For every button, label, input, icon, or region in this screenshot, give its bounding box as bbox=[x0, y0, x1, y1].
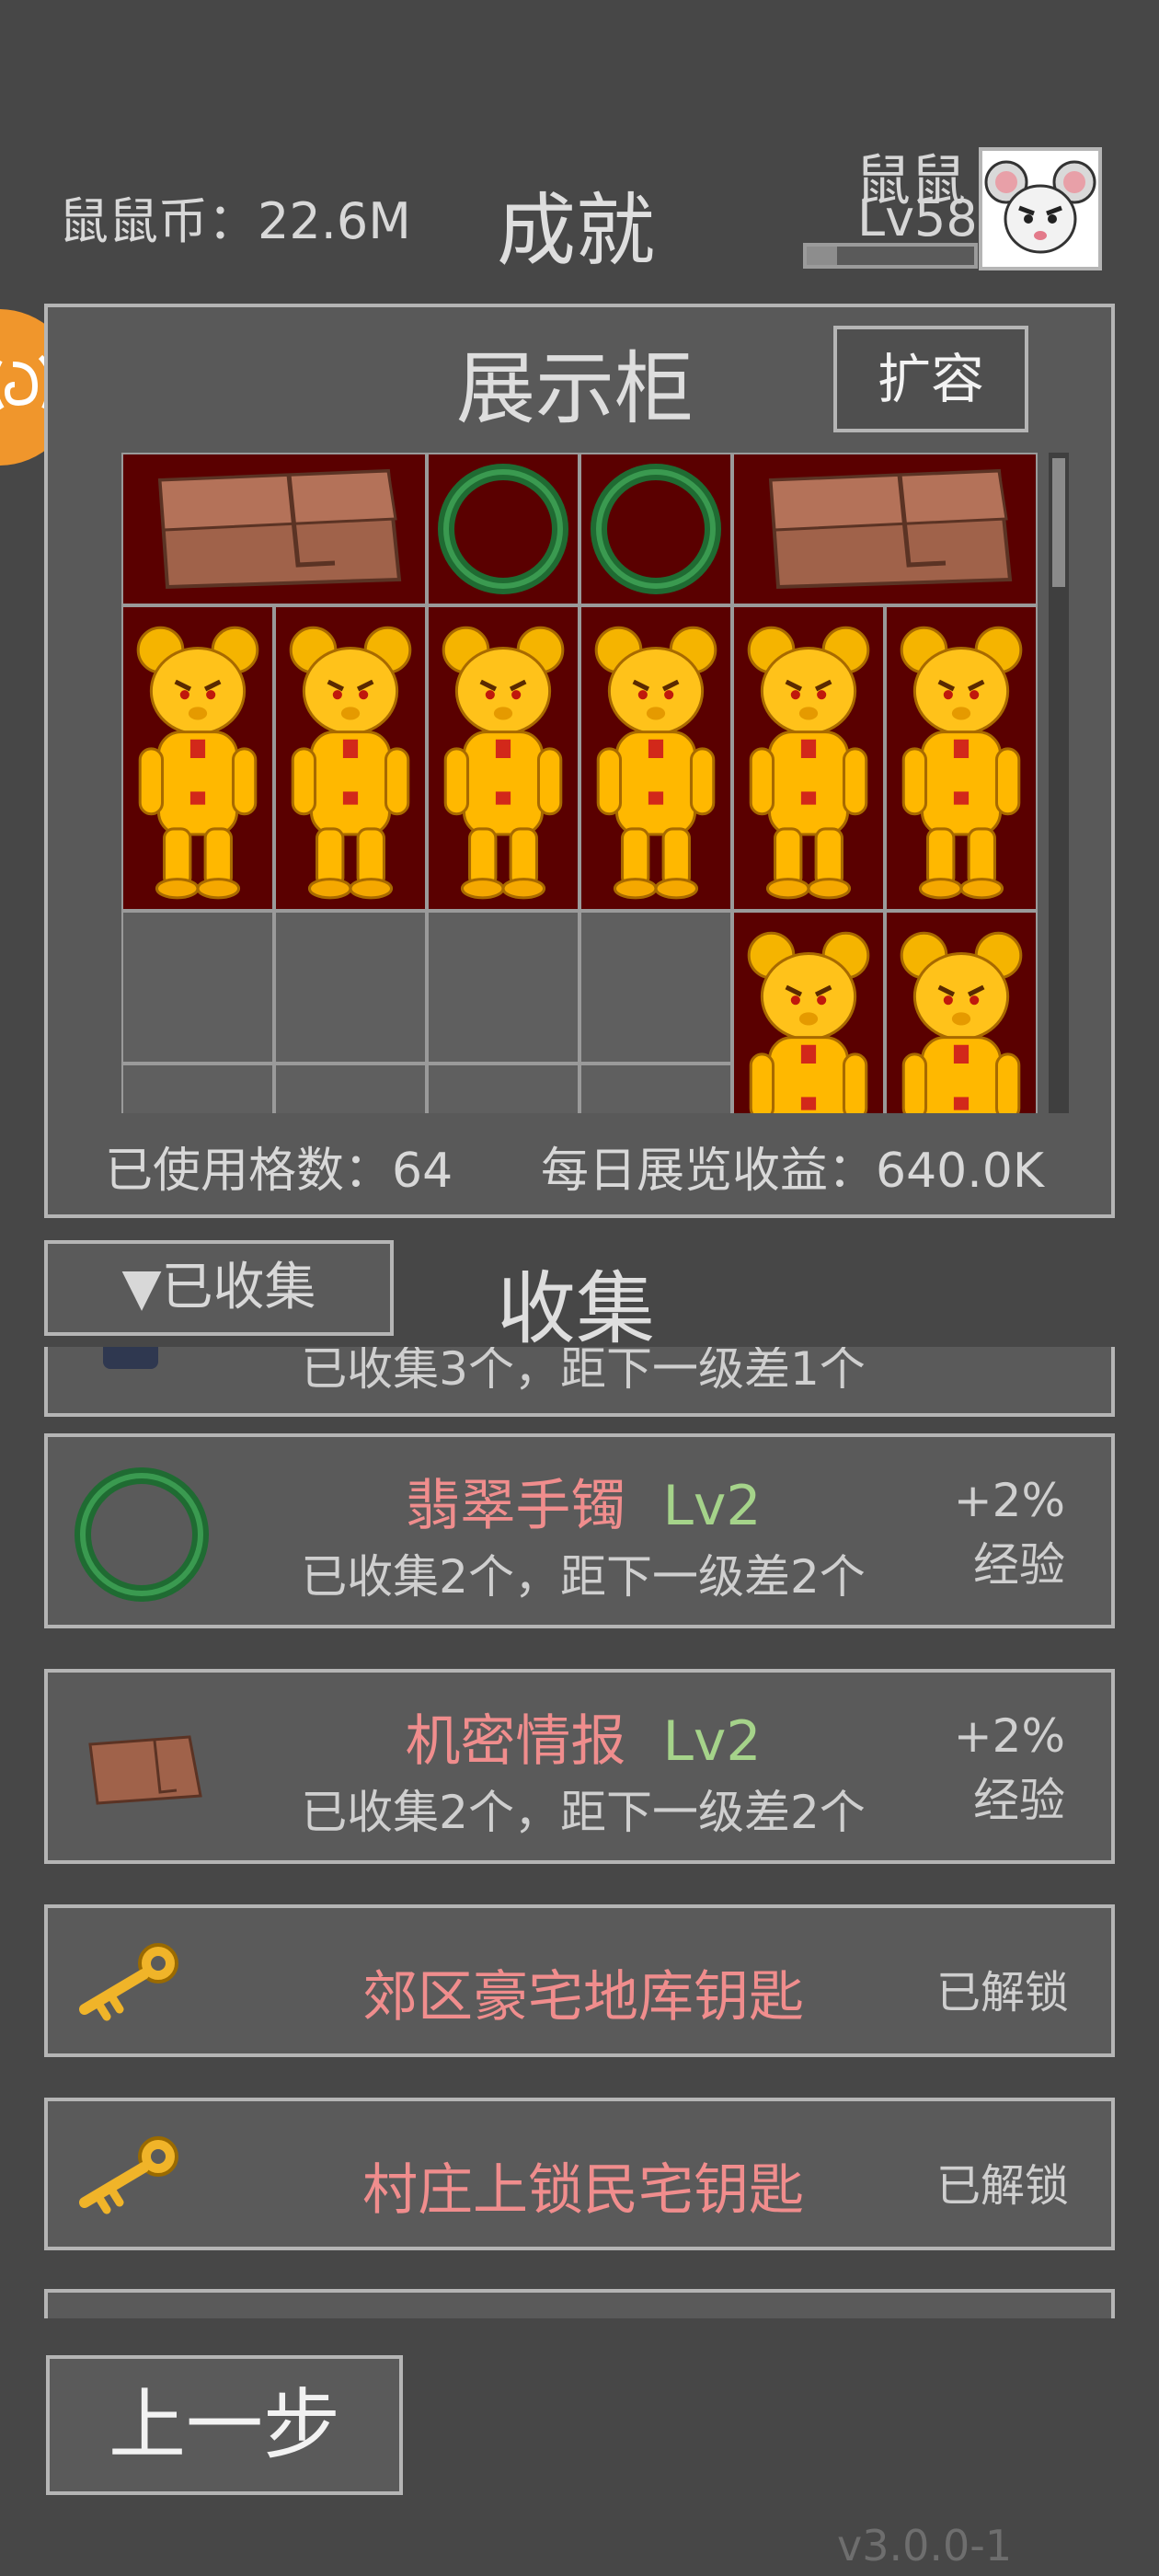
item-level: Lv2 bbox=[662, 1709, 762, 1774]
item-bonus-value: +2% bbox=[953, 1474, 1065, 1527]
mouse-avatar-icon bbox=[984, 160, 1096, 254]
item-name: 翡翠手镯 bbox=[405, 1474, 626, 1538]
showcase-cell[interactable] bbox=[732, 911, 885, 1113]
version-label: v3.0.0-1 bbox=[837, 2521, 1013, 2570]
coin-balance: 鼠鼠币：22.6M bbox=[59, 192, 411, 250]
jade-bracelet-icon bbox=[438, 464, 568, 594]
showcase-empty-cell[interactable] bbox=[274, 911, 427, 1064]
golden-bear-icon bbox=[900, 931, 1023, 1113]
showcase-cell[interactable] bbox=[732, 453, 1038, 605]
showcase-cell[interactable] bbox=[274, 605, 427, 911]
item-level: Lv2 bbox=[662, 1474, 762, 1538]
list-item[interactable]: 村庄上锁民宅钥匙 已解锁 bbox=[44, 2098, 1115, 2250]
showcase-empty-cell[interactable] bbox=[427, 1064, 580, 1113]
showcase-cell[interactable] bbox=[121, 605, 274, 911]
item-bonus-type: 经验 bbox=[973, 1538, 1065, 1592]
item-bonus-type: 经验 bbox=[973, 1774, 1065, 1827]
page-title: 成就 bbox=[497, 185, 655, 277]
showcase-cell[interactable] bbox=[885, 911, 1038, 1113]
showcase-cell[interactable] bbox=[580, 453, 732, 605]
item-name: 机密情报 bbox=[405, 1709, 626, 1774]
golden-bear-icon bbox=[442, 626, 565, 900]
user-level: Lv58 bbox=[857, 190, 978, 247]
showcase-empty-cell[interactable] bbox=[427, 911, 580, 1064]
showcase-empty-cell[interactable] bbox=[274, 1064, 427, 1113]
showcase-empty-cell[interactable] bbox=[580, 911, 732, 1064]
xp-progress-fill bbox=[807, 247, 837, 265]
item-status: 已解锁 bbox=[935, 1967, 1069, 2018]
golden-bear-icon bbox=[747, 931, 870, 1113]
showcase-cell[interactable] bbox=[885, 605, 1038, 911]
scrollbar-thumb[interactable] bbox=[1052, 458, 1065, 587]
golden-bear-icon bbox=[594, 626, 717, 900]
xp-progress-bar bbox=[803, 243, 978, 269]
folder-icon bbox=[768, 468, 1013, 590]
daily-exhibit-income: 每日展览收益：640.0K bbox=[541, 1144, 1044, 1199]
collected-filter-dropdown[interactable]: ▼已收集 bbox=[44, 1240, 394, 1336]
list-item[interactable] bbox=[44, 2289, 1115, 2318]
list-item[interactable]: 郊区豪宅地库钥匙 已解锁 bbox=[44, 1904, 1115, 2057]
showcase-cell[interactable] bbox=[732, 605, 885, 911]
golden-bear-icon bbox=[900, 626, 1023, 900]
item-bonus-value: +2% bbox=[953, 1709, 1065, 1763]
showcase-cell[interactable] bbox=[580, 605, 732, 911]
folder-icon bbox=[157, 468, 402, 590]
jade-bracelet-icon bbox=[591, 464, 721, 594]
showcase-grid[interactable] bbox=[121, 453, 1039, 1113]
item-status: 已解锁 bbox=[935, 2160, 1069, 2212]
back-button[interactable]: 上一步 bbox=[46, 2355, 403, 2495]
collection-title: 收集 bbox=[497, 1263, 655, 1355]
golden-bear-icon bbox=[136, 626, 259, 900]
list-item[interactable]: 机密情报 Lv2 已收集2个，距下一级差2个 +2% 经验 bbox=[44, 1669, 1115, 1864]
avatar[interactable] bbox=[979, 147, 1102, 270]
item-icon bbox=[103, 1347, 158, 1369]
showcase-cell[interactable] bbox=[427, 605, 580, 911]
showcase-scrollbar[interactable] bbox=[1049, 453, 1069, 1113]
showcase-cell[interactable] bbox=[121, 453, 427, 605]
golden-bear-icon bbox=[289, 626, 412, 900]
golden-bear-icon bbox=[747, 626, 870, 900]
showcase-empty-cell[interactable] bbox=[121, 1064, 274, 1113]
showcase-empty-cell[interactable] bbox=[121, 911, 274, 1064]
collection-list[interactable]: 已收集3个，距下一级差1个 翡翠手镯 Lv2 已收集2个，距下一级差2个 +2% 经… bbox=[0, 1347, 1159, 2318]
list-item[interactable]: 已收集3个，距下一级差1个 bbox=[44, 1347, 1115, 1417]
used-cells-count: 已使用格数：64 bbox=[105, 1144, 453, 1199]
showcase-title: 展示柜 bbox=[456, 343, 694, 435]
expand-button[interactable]: 扩容 bbox=[833, 326, 1028, 432]
showcase-empty-cell[interactable] bbox=[580, 1064, 732, 1113]
showcase-cell[interactable] bbox=[427, 453, 580, 605]
list-item[interactable]: 翡翠手镯 Lv2 已收集2个，距下一级差2个 +2% 经验 bbox=[44, 1433, 1115, 1628]
